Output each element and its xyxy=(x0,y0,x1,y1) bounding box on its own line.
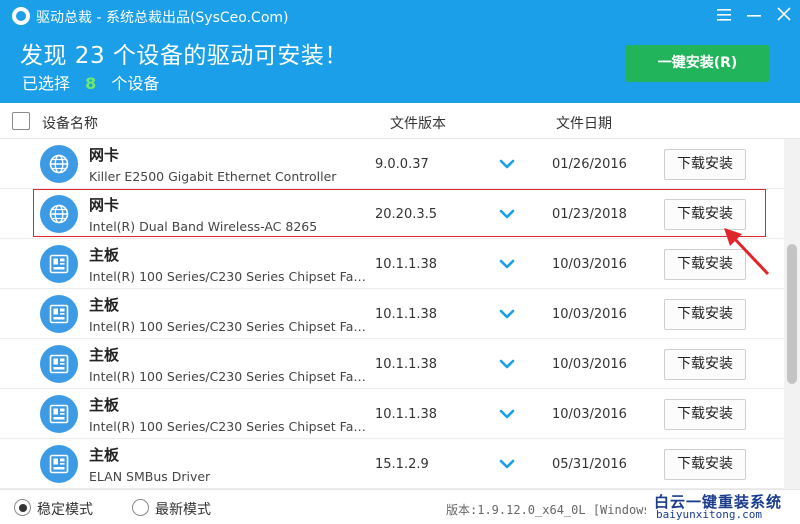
device-name: Killer E2500 Gigabit Ethernet Controller xyxy=(89,169,337,184)
selected-count: 8 xyxy=(85,74,97,93)
driver-version: 10.1.1.38 xyxy=(375,357,438,372)
scan-result-headline: 发现 23 个设备的驱动可安装！ xyxy=(20,43,348,69)
column-header: 设备名称 文件版本 文件日期 xyxy=(0,103,800,139)
device-row: 主板 Intel(R) 100 Series/C230 Series Chipse… xyxy=(0,239,784,289)
latest-mode-radio[interactable] xyxy=(132,499,149,516)
driver-date: 10/03/2016 xyxy=(552,257,627,272)
annotation-highlight-box xyxy=(33,189,766,237)
driver-date: 01/26/2016 xyxy=(552,157,627,172)
device-row: 主板 ELAN SMBus Driver 15.1.2.9 05/31/2016 下载安… xyxy=(0,439,784,489)
scrollbar-thumb[interactable] xyxy=(787,244,797,384)
chevron-down-icon[interactable] xyxy=(499,356,515,372)
column-file-version: 文件版本 xyxy=(390,116,446,132)
driver-version: 10.1.1.38 xyxy=(375,407,438,422)
device-row: 网卡 Killer E2500 Gigabit Ethernet Controll… xyxy=(0,139,784,189)
minimize-icon[interactable] xyxy=(742,4,766,28)
device-type: 主板 xyxy=(89,246,120,264)
device-type: 主板 xyxy=(89,446,120,464)
watermark-sub-text: baiyunxitong.com xyxy=(656,508,762,521)
device-row: 主板 Intel(R) 100 Series/C230 Series Chipse… xyxy=(0,289,784,339)
motherboard-icon xyxy=(40,445,78,483)
device-name: Intel(R) 100 Series/C230 Series Chipset … xyxy=(89,369,373,384)
hamburger-menu-icon[interactable] xyxy=(712,4,736,28)
driver-version: 10.1.1.38 xyxy=(375,307,438,322)
list-scrollbar[interactable] xyxy=(784,139,800,489)
driver-version: 9.0.0.37 xyxy=(375,157,429,172)
device-type: 网卡 xyxy=(89,146,120,164)
device-row: 主板 Intel(R) 100 Series/C230 Series Chipse… xyxy=(0,389,784,439)
select-all-checkbox[interactable] xyxy=(12,112,30,130)
driver-date: 05/31/2016 xyxy=(552,457,627,472)
download-install-button[interactable]: 下载安装 xyxy=(664,349,746,380)
device-type: 主板 xyxy=(89,346,120,364)
one-click-install-button[interactable]: 一键安装(R) xyxy=(626,45,769,82)
device-name: ELAN SMBus Driver xyxy=(89,469,211,484)
app-header: 驱动总裁 - 系统总裁出品(SysCeo.Com) 发现 23 个设备的驱动可安… xyxy=(0,0,800,103)
chevron-down-icon[interactable] xyxy=(499,306,515,322)
stable-mode-radio[interactable] xyxy=(14,499,31,516)
title-bar: 驱动总裁 - 系统总裁出品(SysCeo.Com) xyxy=(0,0,800,32)
column-file-date: 文件日期 xyxy=(556,116,612,132)
annotation-arrow-icon xyxy=(724,228,770,276)
selected-suffix: 个设备 xyxy=(111,74,160,93)
download-install-button[interactable]: 下载安装 xyxy=(664,299,746,330)
download-install-button[interactable]: 下载安装 xyxy=(664,449,746,480)
chevron-down-icon[interactable] xyxy=(499,256,515,272)
device-type: 主板 xyxy=(89,296,120,314)
download-install-button[interactable]: 下载安装 xyxy=(664,399,746,430)
driver-date: 10/03/2016 xyxy=(552,307,627,322)
device-name: Intel(R) 100 Series/C230 Series Chipset … xyxy=(89,269,373,284)
motherboard-icon xyxy=(40,245,78,283)
driver-date: 10/03/2016 xyxy=(552,407,627,422)
motherboard-icon xyxy=(40,345,78,383)
driver-date: 10/03/2016 xyxy=(552,357,627,372)
watermark-logo: 白云一键重装系统 baiyunxitong.com xyxy=(648,490,798,524)
selected-count-line: 已选择 8 个设备 xyxy=(22,70,159,94)
close-icon[interactable] xyxy=(772,4,796,28)
column-device-name: 设备名称 xyxy=(42,116,98,132)
latest-mode-label[interactable]: 最新模式 xyxy=(155,499,211,519)
selected-prefix: 已选择 xyxy=(22,74,71,93)
network-globe-icon xyxy=(40,145,78,183)
device-name: Intel(R) 100 Series/C230 Series Chipset … xyxy=(89,419,373,434)
chevron-down-icon[interactable] xyxy=(499,156,515,172)
driver-version: 10.1.1.38 xyxy=(375,257,438,272)
app-logo-icon xyxy=(12,7,30,25)
window-title: 驱动总裁 - 系统总裁出品(SysCeo.Com) xyxy=(36,10,289,26)
driver-version: 15.1.2.9 xyxy=(375,457,429,472)
device-row: 主板 Intel(R) 100 Series/C230 Series Chipse… xyxy=(0,339,784,389)
chevron-down-icon[interactable] xyxy=(499,406,515,422)
stable-mode-label[interactable]: 稳定模式 xyxy=(37,499,93,519)
chevron-down-icon[interactable] xyxy=(499,456,515,472)
motherboard-icon xyxy=(40,395,78,433)
download-install-button[interactable]: 下载安装 xyxy=(664,149,746,180)
device-name: Intel(R) 100 Series/C230 Series Chipset … xyxy=(89,319,373,334)
status-footer: 稳定模式 最新模式 版本:1.9.12.0_x64_0L [Windows 10… xyxy=(0,489,800,524)
device-type: 主板 xyxy=(89,396,120,414)
motherboard-icon xyxy=(40,295,78,333)
version-info: 版本:1.9.12.0_x64_0L [Windows 10 x64 专业版] xyxy=(446,503,646,517)
